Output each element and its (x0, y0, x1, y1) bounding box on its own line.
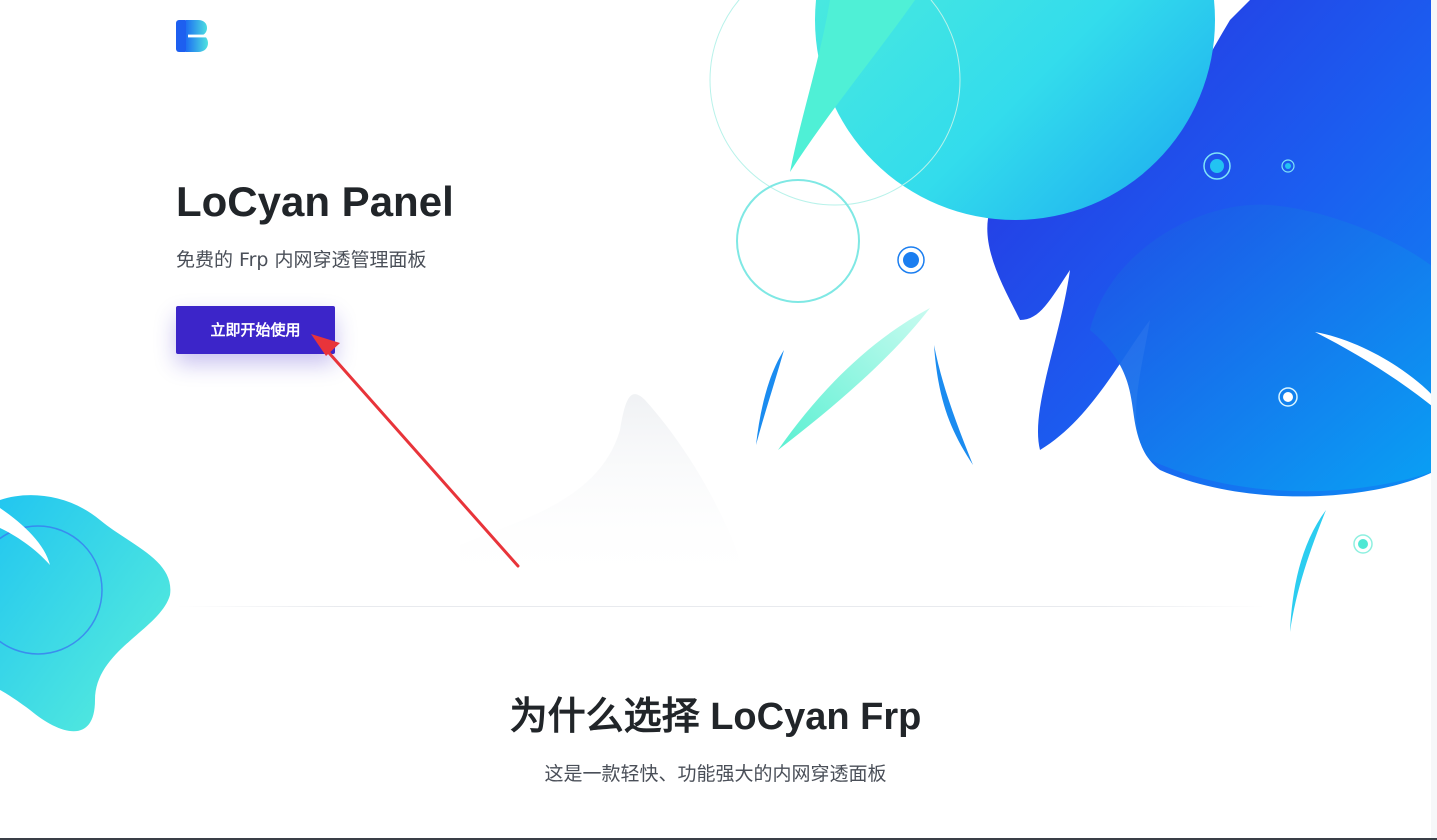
blue-blob-lobe (1090, 204, 1437, 492)
brand-logo-icon[interactable] (176, 20, 208, 52)
left-ring (0, 525, 103, 655)
features-subtitle: 这是一款轻快、功能强大的内网穿透面板 (544, 763, 887, 785)
grey-ghost-shape (460, 394, 750, 590)
landing-page: LoCyan Panel 免费的 Frp 内网穿透管理面板 立即开始使用 为什么… (0, 0, 1437, 840)
target-dot-3 (1281, 159, 1295, 173)
target-dot-5 (1353, 534, 1373, 554)
cyan-leaf-top (790, 0, 915, 172)
section-divider (176, 606, 1266, 607)
blue-sliver-mid (934, 345, 973, 465)
cyan-sliver-right (1290, 510, 1326, 632)
left-white-cut (0, 508, 50, 565)
white-swoosh (1315, 332, 1437, 410)
outline-ring-small (736, 179, 860, 303)
outline-ring-large (709, 0, 961, 206)
target-dot-2 (1203, 152, 1231, 180)
hero-subtitle: 免费的 Frp 内网穿透管理面板 (176, 249, 427, 271)
blue-blob-shape (987, 0, 1437, 497)
target-dot-1 (897, 246, 925, 274)
blue-sliver-left (756, 350, 784, 445)
target-dot-4 (1278, 387, 1298, 407)
hero-title: LoCyan Panel (176, 178, 454, 225)
page-scrollbar[interactable] (1431, 0, 1437, 838)
features-title: 为什么选择 LoCyan Frp (509, 696, 922, 738)
cyan-circle-blob (815, 0, 1215, 220)
start-now-button[interactable]: 立即开始使用 (176, 306, 335, 354)
mint-leaf (778, 308, 930, 450)
